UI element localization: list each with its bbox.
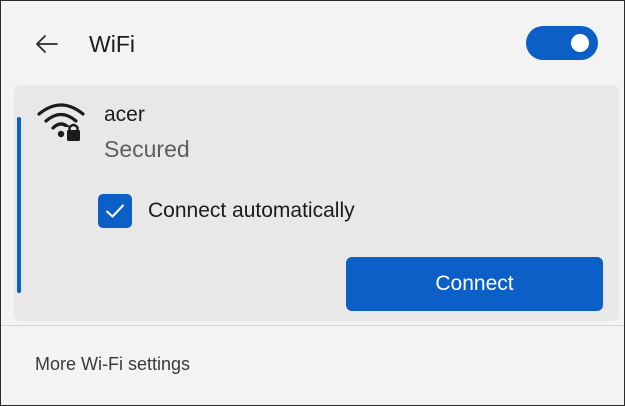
connect-button[interactable]: Connect [346, 257, 603, 311]
connect-automatically-checkbox[interactable] [98, 194, 132, 228]
wifi-toggle[interactable] [526, 26, 598, 60]
wifi-secured-icon [37, 103, 85, 141]
checkmark-icon [106, 204, 124, 218]
toggle-knob [571, 34, 589, 52]
wifi-flyout-panel: WiFi acer Secured Connect automatically [0, 0, 625, 406]
more-wifi-settings-link[interactable]: More Wi-Fi settings [35, 352, 190, 376]
network-name: acer [104, 103, 145, 126]
connect-automatically-row[interactable]: Connect automatically [98, 193, 355, 229]
footer-divider [1, 325, 624, 326]
wifi-header: WiFi [1, 1, 624, 85]
network-status: Secured [104, 136, 190, 162]
network-card-acer[interactable]: acer Secured Connect automatically Conne… [14, 85, 619, 321]
selection-indicator [17, 117, 21, 293]
connect-automatically-label: Connect automatically [148, 199, 355, 222]
arrow-left-icon [36, 35, 58, 53]
page-title: WiFi [89, 31, 135, 57]
back-button[interactable] [31, 28, 63, 60]
